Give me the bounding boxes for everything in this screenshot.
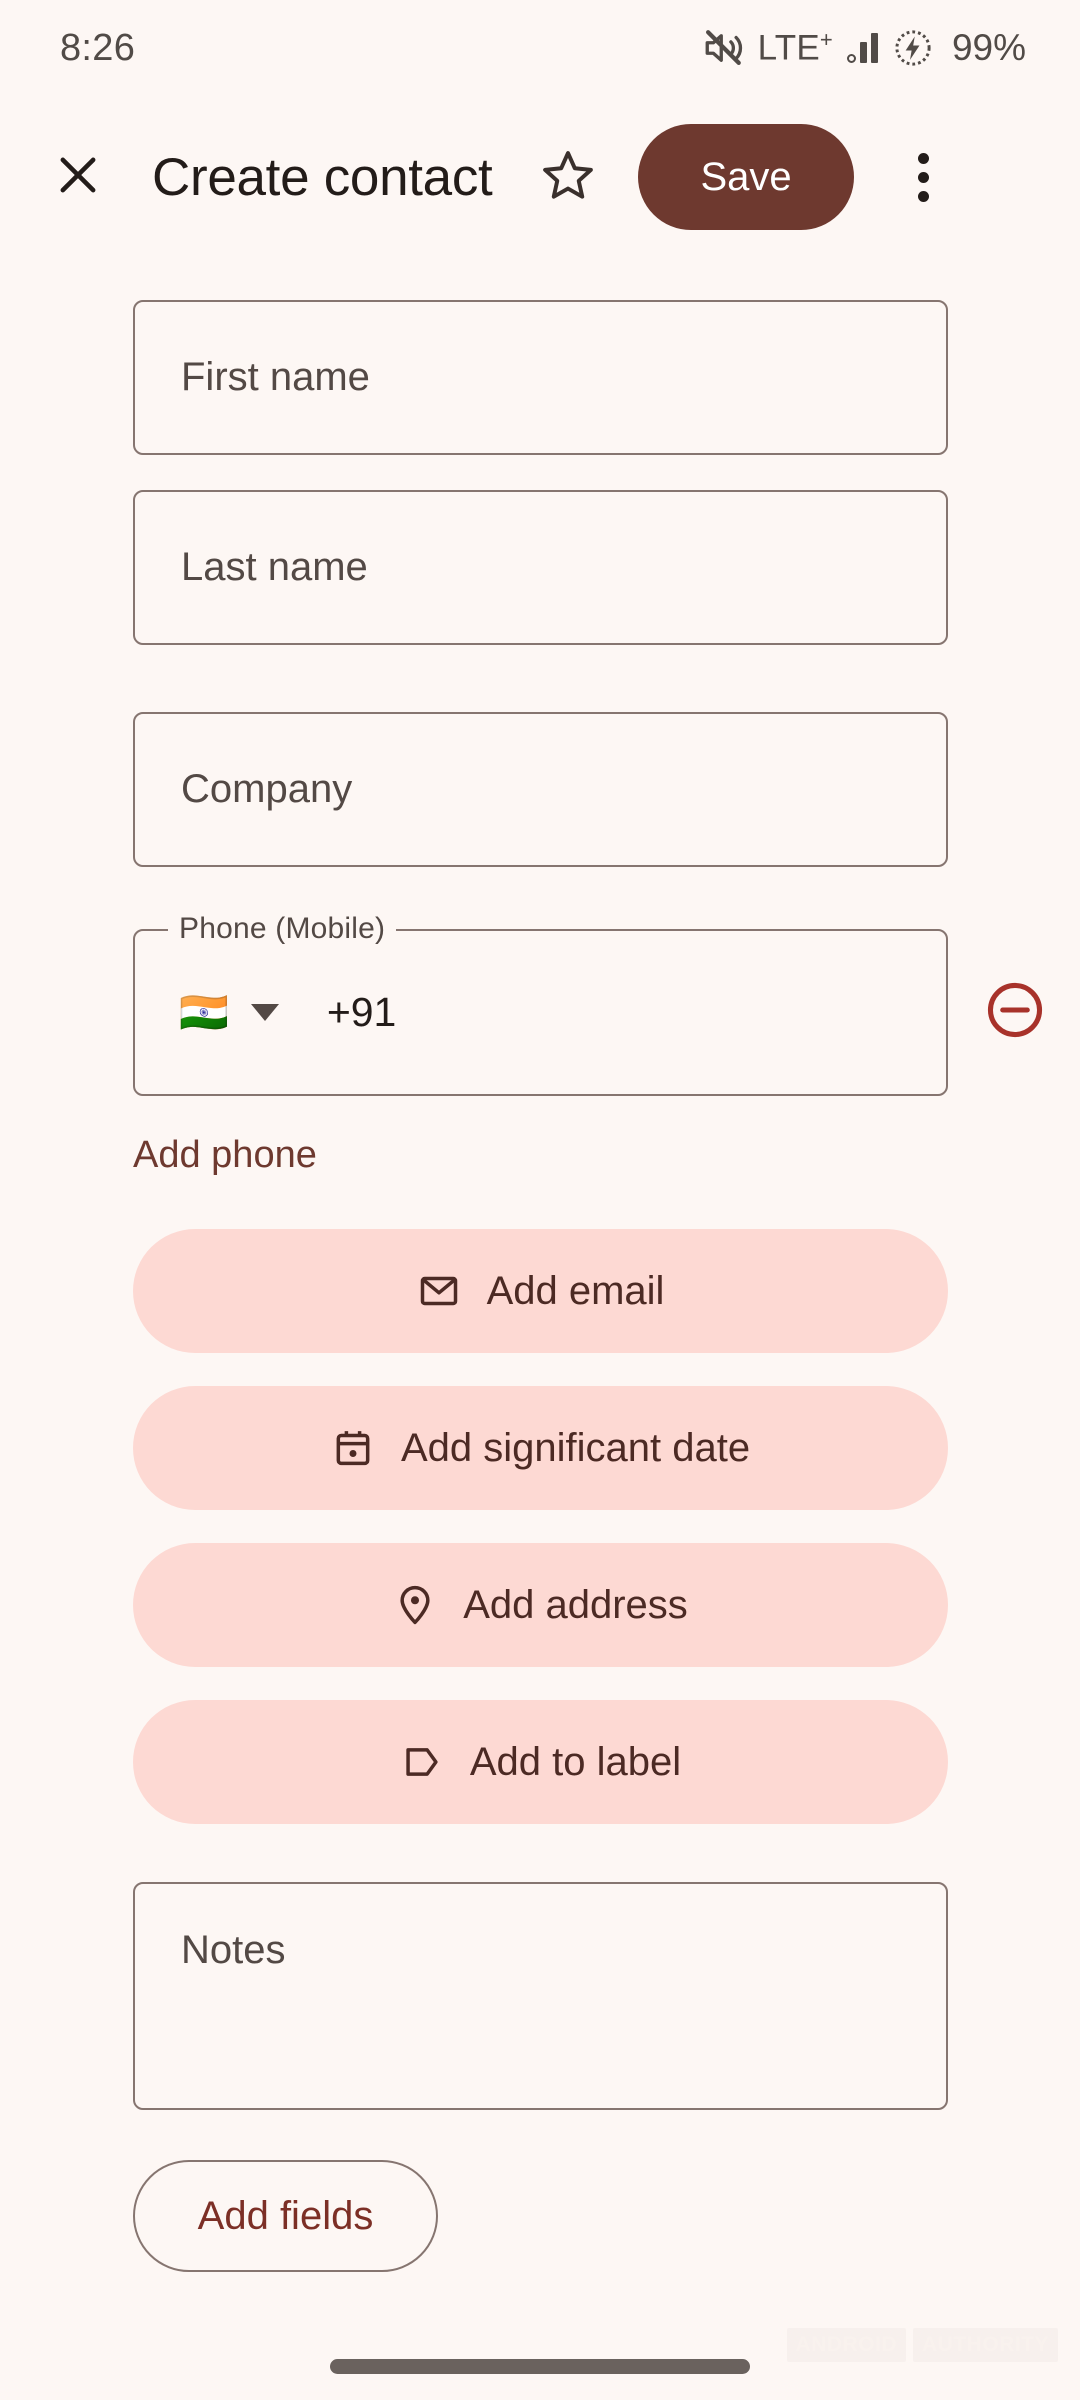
last-name-field[interactable]: Last name bbox=[133, 490, 948, 645]
battery-charging-icon bbox=[892, 27, 934, 69]
close-icon bbox=[52, 149, 104, 206]
watermark-word-2: AUTHORITY bbox=[913, 2328, 1058, 2362]
remove-circle-icon bbox=[983, 978, 1047, 1047]
add-significant-date-label: Add significant date bbox=[400, 1425, 751, 1470]
first-name-placeholder: First name bbox=[181, 355, 370, 399]
app-toolbar: Create contact Save bbox=[0, 112, 1080, 242]
save-button[interactable]: Save bbox=[638, 124, 854, 230]
dial-code-value: +91 bbox=[326, 989, 397, 1035]
phone-field[interactable]: 🇮🇳 +91 bbox=[133, 929, 948, 1096]
remove-phone-button[interactable] bbox=[982, 980, 1048, 1046]
contact-form: First name Last name Company 🇮🇳 +91 Phon… bbox=[0, 300, 1080, 2272]
add-to-label-chip[interactable]: Add to label bbox=[133, 1700, 948, 1824]
more-vert-icon bbox=[918, 171, 930, 183]
country-flag-icon: 🇮🇳 bbox=[179, 990, 229, 1035]
chevron-down-icon[interactable] bbox=[250, 1004, 279, 1021]
network-type-label: LTE+ bbox=[757, 27, 833, 68]
gesture-nav-bar[interactable] bbox=[330, 2359, 750, 2374]
first-name-field[interactable]: First name bbox=[133, 300, 948, 455]
company-field[interactable]: Company bbox=[133, 712, 948, 867]
star-outline-icon bbox=[540, 147, 596, 208]
add-email-chip[interactable]: Add email bbox=[133, 1229, 948, 1353]
envelope-icon bbox=[417, 1269, 461, 1313]
tag-icon bbox=[400, 1740, 444, 1784]
notes-field[interactable]: Notes bbox=[133, 1882, 948, 2110]
more-vert-icon bbox=[918, 190, 930, 202]
watermark: ANDROID AUTHORITY bbox=[786, 2328, 1058, 2362]
last-name-placeholder: Last name bbox=[181, 545, 368, 589]
status-clock: 8:26 bbox=[60, 26, 136, 69]
phone-screen: 8:26 LTE+ 99% Create contact Save First … bbox=[0, 0, 1080, 2400]
favorite-button[interactable] bbox=[526, 135, 610, 219]
add-fields-button[interactable]: Add fields bbox=[133, 2160, 438, 2272]
add-email-label: Add email bbox=[486, 1268, 665, 1313]
add-phone-link[interactable]: Add phone bbox=[133, 1134, 317, 1177]
signal-bars-icon bbox=[846, 33, 878, 63]
status-icons: LTE+ 99% bbox=[702, 27, 1026, 69]
location-pin-icon bbox=[393, 1583, 437, 1627]
quick-add-chips: Add email Add significant date Add addre… bbox=[0, 1229, 1080, 1824]
watermark-word-1: ANDROID bbox=[786, 2328, 906, 2362]
add-address-chip[interactable]: Add address bbox=[133, 1543, 948, 1667]
more-vert-icon bbox=[918, 152, 930, 164]
battery-percent-label: 99% bbox=[951, 27, 1026, 68]
overflow-menu-button[interactable] bbox=[882, 129, 966, 225]
add-significant-date-chip[interactable]: Add significant date bbox=[133, 1386, 948, 1510]
add-to-label-label: Add to label bbox=[469, 1739, 682, 1784]
volume-off-icon bbox=[702, 27, 744, 69]
calendar-icon bbox=[331, 1426, 375, 1470]
company-placeholder: Company bbox=[181, 767, 353, 811]
add-address-label: Add address bbox=[463, 1582, 688, 1627]
close-button[interactable] bbox=[30, 129, 126, 225]
page-title: Create contact bbox=[152, 147, 493, 207]
phone-row: 🇮🇳 +91 Phone (Mobile) bbox=[0, 912, 1080, 1096]
phone-field-label: Phone (Mobile) bbox=[168, 912, 397, 946]
notes-placeholder: Notes bbox=[181, 1928, 286, 1972]
status-bar: 8:26 LTE+ 99% bbox=[0, 0, 1080, 96]
